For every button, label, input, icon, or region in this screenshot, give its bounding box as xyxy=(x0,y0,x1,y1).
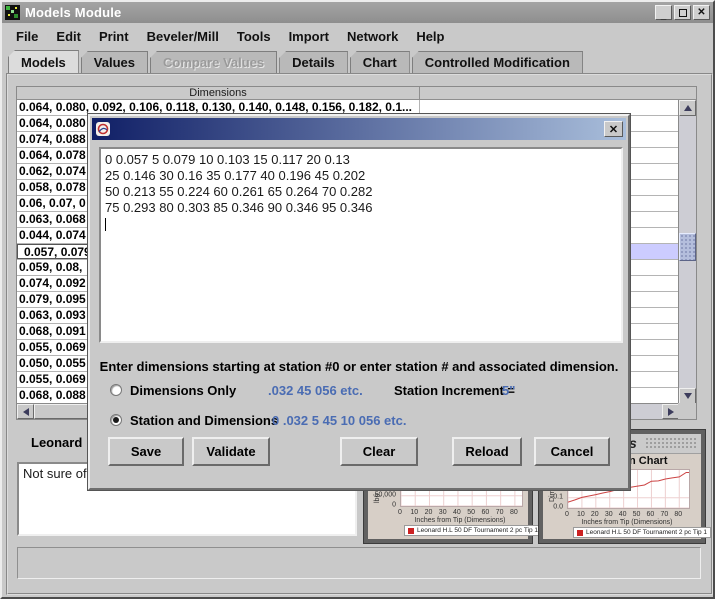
x-tick-label: 60 xyxy=(647,511,655,518)
left-chart-legend: Leonard H.L 50 DF Tournament 2 pc Tip 1 xyxy=(404,525,542,536)
scroll-left-button[interactable] xyxy=(17,404,34,419)
menu-edit[interactable]: Edit xyxy=(47,26,90,47)
text-caret xyxy=(105,218,106,231)
status-bar xyxy=(17,547,701,579)
title-bar: Models Module _ ✕ xyxy=(2,2,713,23)
reload-button[interactable]: Reload xyxy=(452,437,522,466)
x-tick-label: 30 xyxy=(605,511,613,518)
menu-network[interactable]: Network xyxy=(338,26,407,47)
app-icon xyxy=(5,5,20,20)
x-tick-label: 20 xyxy=(425,509,433,516)
x-tick-label: 10 xyxy=(410,509,418,516)
dimensions-only-radio[interactable] xyxy=(110,384,122,396)
scroll-down-button[interactable] xyxy=(679,388,696,404)
clear-button[interactable]: Clear xyxy=(340,437,418,466)
tab-compare-values: Compare Values xyxy=(150,51,277,73)
menu-tools[interactable]: Tools xyxy=(228,26,280,47)
y-tick-label: 50,000 xyxy=(375,491,396,498)
x-tick-label: 10 xyxy=(577,511,585,518)
menu-bar: File Edit Print Beveler/Mill Tools Impor… xyxy=(2,23,713,49)
tab-bar: Models Values Compare Values Details Cha… xyxy=(8,50,713,73)
station-increment-label: Station Increment = xyxy=(394,383,515,398)
tab-values[interactable]: Values xyxy=(81,51,148,73)
validate-button[interactable]: Validate xyxy=(192,437,270,466)
minimize-button[interactable]: _ xyxy=(655,5,672,20)
left-chart-x-ticks: 0 10 20 30 40 50 60 70 80 xyxy=(400,509,523,517)
station-and-dimensions-example: 0 .032 5 45 10 056 etc. xyxy=(272,413,406,428)
tab-details[interactable]: Details xyxy=(279,51,348,73)
right-chart-legend: Leonard H.L 50 DF Tournament 2 pc Tip 1 xyxy=(573,527,711,538)
x-tick-label: 60 xyxy=(482,509,490,516)
scrollbar-corner xyxy=(678,403,696,419)
scroll-up-button[interactable] xyxy=(679,100,696,116)
x-tick-label: 40 xyxy=(619,511,627,518)
vertical-scrollbar[interactable] xyxy=(678,100,696,404)
close-button[interactable]: ✕ xyxy=(693,5,710,20)
textarea-line: 50 0.213 55 0.224 60 0.261 65 0.264 70 0… xyxy=(105,184,617,200)
dialog-icon xyxy=(95,121,111,137)
app-window: Models Module _ ✕ File Edit Print Bevele… xyxy=(0,0,715,599)
dimensions-only-label[interactable]: Dimensions Only xyxy=(130,383,236,398)
dialog-instruction: Enter dimensions starting at station #0 … xyxy=(90,359,628,374)
x-tick-label: 70 xyxy=(660,511,668,518)
y-tick-label: 0.1 xyxy=(553,493,563,500)
dialog-title-bar[interactable]: ✕ xyxy=(92,118,626,140)
dialog-close-button[interactable]: ✕ xyxy=(604,121,623,137)
x-tick-label: 70 xyxy=(496,509,504,516)
menu-help[interactable]: Help xyxy=(407,26,453,47)
textarea-line: 0 0.057 5 0.079 10 0.103 15 0.117 20 0.1… xyxy=(105,152,617,168)
table-header-row: Dimensions xyxy=(17,87,696,100)
x-tick-label: 0 xyxy=(398,509,402,516)
tab-chart[interactable]: Chart xyxy=(350,51,410,73)
maximize-icon xyxy=(679,9,687,17)
scroll-right-button[interactable] xyxy=(662,404,679,419)
x-tick-label: 80 xyxy=(510,509,518,516)
station-and-dimensions-option: Station and Dimensions 0 .032 5 45 10 05… xyxy=(90,413,628,429)
y-tick-label: 0 xyxy=(392,502,396,509)
dimensions-column-header[interactable]: Dimensions xyxy=(17,87,420,99)
textarea-line: 25 0.146 30 0.16 35 0.177 40 0.196 45 0.… xyxy=(105,168,617,184)
right-chart-x-ticks: 0 10 20 30 40 50 60 70 80 xyxy=(567,511,690,519)
dimensions-only-option: Dimensions Only .032 45 056 etc. Station… xyxy=(90,383,628,399)
empty-column-header[interactable] xyxy=(420,87,696,99)
menu-import[interactable]: Import xyxy=(280,26,338,47)
right-chart-x-axis-label: Inches from Tip (Dimensions) xyxy=(557,519,697,526)
tab-models[interactable]: Models xyxy=(8,50,79,73)
textarea-line: 75 0.293 80 0.303 85 0.346 90 0.346 95 0… xyxy=(105,200,617,216)
menu-print[interactable]: Print xyxy=(90,26,138,47)
maximize-button[interactable] xyxy=(674,5,691,20)
menu-file[interactable]: File xyxy=(7,26,47,47)
arrow-left-icon xyxy=(23,408,29,416)
save-button[interactable]: Save xyxy=(108,437,184,466)
legend-swatch-icon xyxy=(408,528,414,534)
x-tick-label: 20 xyxy=(591,511,599,518)
legend-swatch-icon xyxy=(577,530,583,536)
tab-controlled-modification[interactable]: Controlled Modification xyxy=(412,51,583,73)
header-stipple-texture xyxy=(645,437,697,450)
x-tick-label: 30 xyxy=(439,509,447,516)
arrow-right-icon xyxy=(668,408,674,416)
cancel-button[interactable]: Cancel xyxy=(534,437,610,466)
left-chart-x-axis-label: Inches from Tip (Dimensions) xyxy=(390,517,530,524)
dimensions-textarea[interactable]: 0 0.057 5 0.079 10 0.103 15 0.117 20 0.1… xyxy=(99,147,623,343)
station-and-dimensions-label[interactable]: Station and Dimensions xyxy=(130,413,278,428)
dialog-button-row: Save Validate Clear Reload Cancel xyxy=(90,437,628,467)
menu-beveler-mill[interactable]: Beveler/Mill xyxy=(138,26,228,47)
arrow-down-icon xyxy=(684,393,692,399)
x-tick-label: 40 xyxy=(453,509,461,516)
x-tick-label: 0 xyxy=(565,511,569,518)
window-title: Models Module xyxy=(25,5,122,20)
panel-header-text: s xyxy=(629,435,637,451)
x-tick-label: 50 xyxy=(633,511,641,518)
station-increment-value: 5" xyxy=(502,383,515,398)
vertical-scrollbar-thumb[interactable] xyxy=(679,233,696,261)
x-tick-label: 80 xyxy=(674,511,682,518)
x-tick-label: 50 xyxy=(467,509,475,516)
dimension-entry-dialog: ✕ 0 0.057 5 0.079 10 0.103 15 0.117 20 0… xyxy=(88,114,630,490)
station-and-dimensions-radio[interactable] xyxy=(110,414,122,426)
arrow-up-icon xyxy=(684,105,692,111)
dimensions-only-example: .032 45 056 etc. xyxy=(268,383,363,398)
y-tick-label: 0.0 xyxy=(553,504,563,511)
